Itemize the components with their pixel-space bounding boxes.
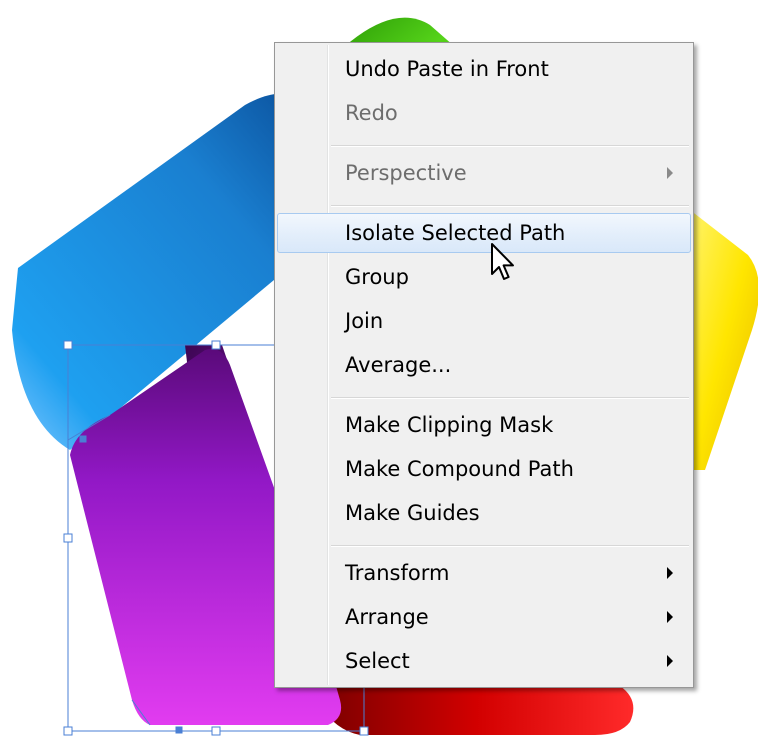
menu-item-label: Perspective bbox=[345, 161, 467, 185]
menu-item-label: Redo bbox=[345, 101, 398, 125]
menu-item-label: Transform bbox=[345, 561, 450, 585]
menu-item-select[interactable]: Select bbox=[277, 641, 691, 681]
menu-item-label: Make Clipping Mask bbox=[345, 413, 554, 437]
menu-separator bbox=[331, 205, 689, 206]
menu-separator bbox=[331, 545, 689, 546]
submenu-arrow-icon bbox=[667, 655, 673, 667]
menu-item-group[interactable]: Group bbox=[277, 257, 691, 297]
mouse-pointer-icon bbox=[491, 243, 514, 280]
menu-item-make-compound-path[interactable]: Make Compound Path bbox=[277, 449, 691, 489]
yellow-ribbon bbox=[690, 210, 758, 470]
menu-item-label: Select bbox=[345, 649, 410, 673]
menu-item-perspective[interactable]: Perspective bbox=[277, 153, 691, 193]
menu-item-redo[interactable]: Redo bbox=[277, 93, 691, 133]
menu-item-label: Join bbox=[345, 309, 384, 333]
menu-item-undo-paste-in-front[interactable]: Undo Paste in Front bbox=[277, 49, 691, 89]
illustrator-canvas[interactable]: Undo Paste in Front Redo Perspective Iso… bbox=[0, 0, 758, 738]
menu-item-arrange[interactable]: Arrange bbox=[277, 597, 691, 637]
menu-item-label: Make Guides bbox=[345, 501, 480, 525]
menu-item-isolate-selected-path[interactable]: Isolate Selected Path bbox=[277, 213, 691, 253]
context-menu: Undo Paste in Front Redo Perspective Iso… bbox=[274, 42, 694, 688]
menu-item-label: Isolate Selected Path bbox=[345, 221, 566, 245]
menu-separator bbox=[331, 397, 689, 398]
menu-item-make-guides[interactable]: Make Guides bbox=[277, 493, 691, 533]
menu-item-average[interactable]: Average... bbox=[277, 345, 691, 385]
menu-item-label: Average... bbox=[345, 353, 452, 377]
menu-item-label: Make Compound Path bbox=[345, 457, 574, 481]
menu-item-label: Group bbox=[345, 265, 409, 289]
menu-item-make-clipping-mask[interactable]: Make Clipping Mask bbox=[277, 405, 691, 445]
menu-item-label: Undo Paste in Front bbox=[345, 57, 549, 81]
submenu-arrow-icon bbox=[667, 167, 673, 179]
submenu-arrow-icon bbox=[667, 611, 673, 623]
submenu-arrow-icon bbox=[667, 567, 673, 579]
menu-item-transform[interactable]: Transform bbox=[277, 553, 691, 593]
menu-separator bbox=[331, 145, 689, 146]
menu-item-join[interactable]: Join bbox=[277, 301, 691, 341]
menu-item-label: Arrange bbox=[345, 605, 429, 629]
